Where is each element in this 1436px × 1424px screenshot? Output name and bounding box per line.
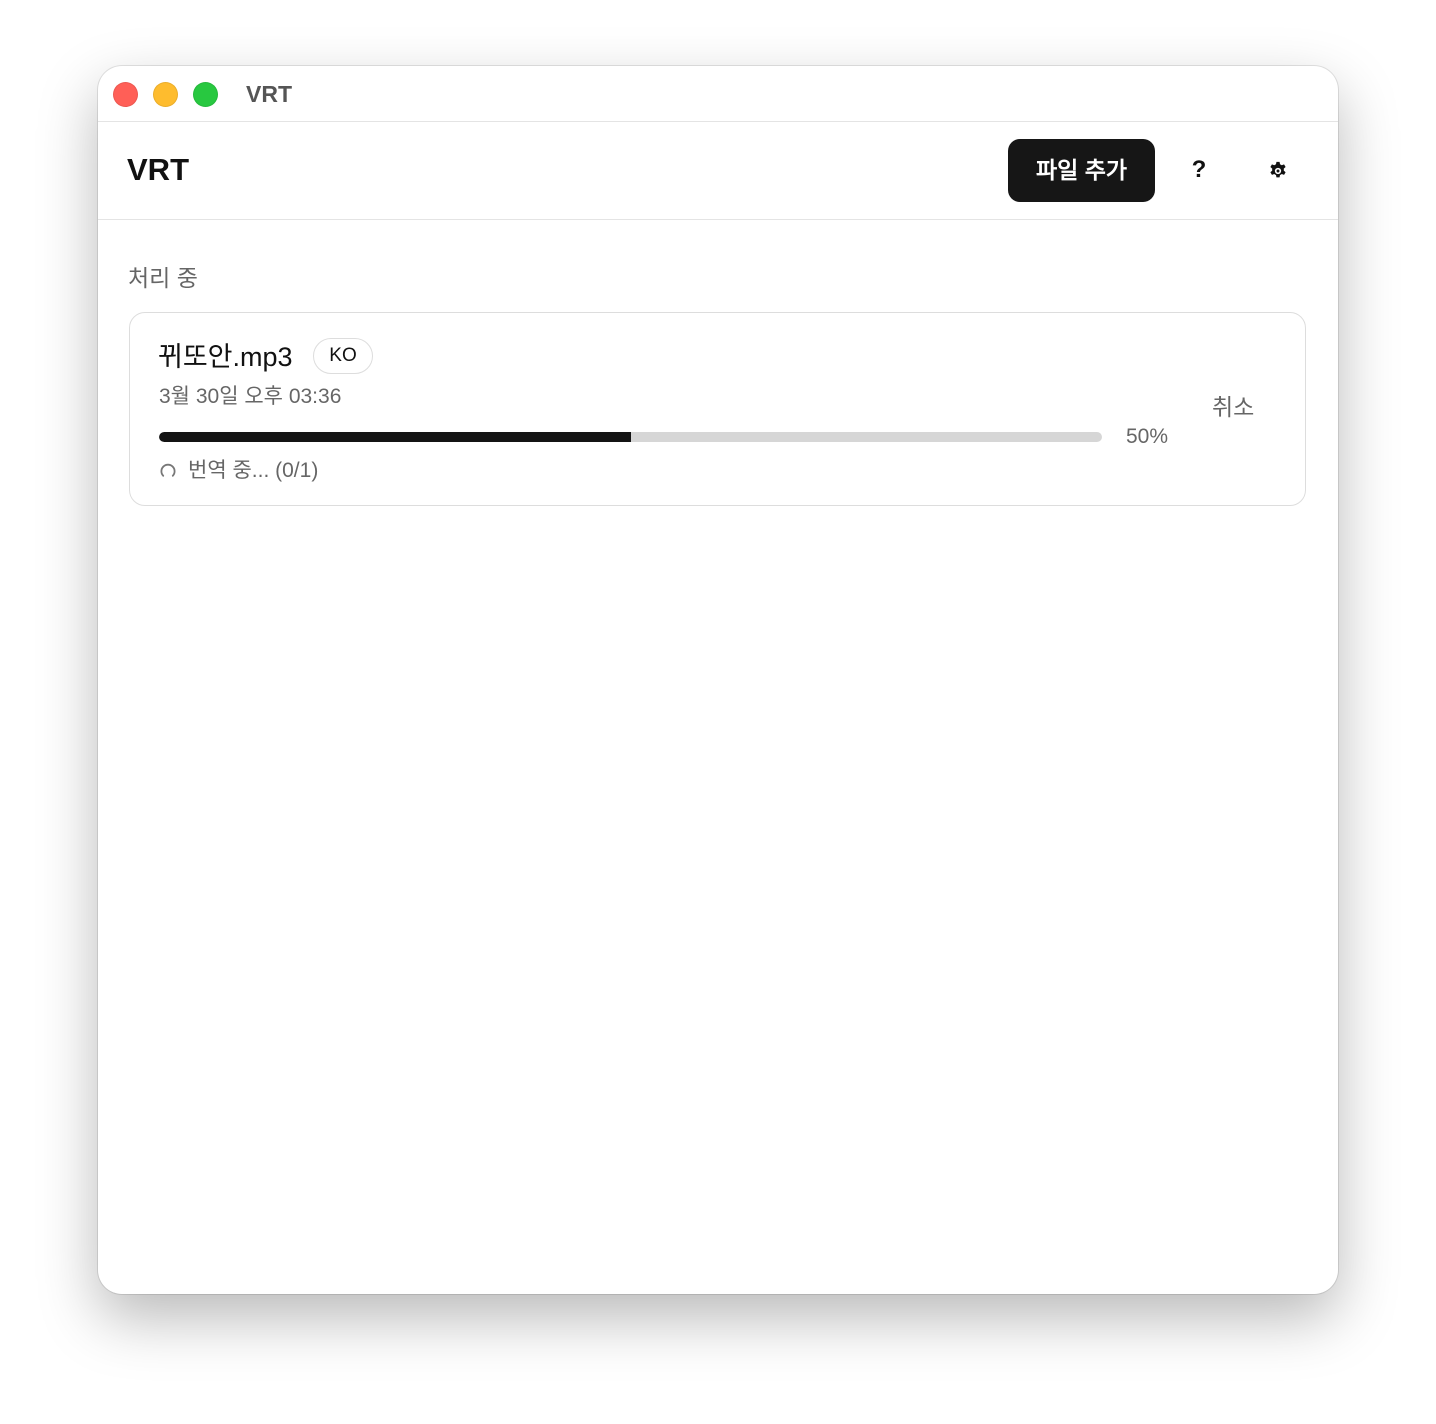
gear-icon xyxy=(1270,161,1286,178)
job-timestamp: 3월 30일 오후 03:36 xyxy=(159,385,342,408)
cancel-button[interactable]: 취소 xyxy=(1212,393,1254,421)
job-card: 뀌또안.mp3 KO 3월 30일 오후 03:36 50% 취소 번역 중..… xyxy=(129,312,1306,506)
settings-button[interactable] xyxy=(1260,153,1296,189)
title-bar[interactable]: VRT xyxy=(98,66,1338,122)
app-window: VRT VRT 파일 추가 ? 처리 중 뀌또안.mp3 KO 3월 30일 오… xyxy=(98,66,1338,1294)
progress-bar-fill xyxy=(159,432,631,442)
add-file-button[interactable]: 파일 추가 xyxy=(1008,139,1155,202)
help-button[interactable]: ? xyxy=(1181,152,1217,188)
maximize-window-button[interactable] xyxy=(193,82,218,107)
processing-section-label: 처리 중 xyxy=(128,265,198,291)
minimize-window-button[interactable] xyxy=(153,82,178,107)
job-status-text: 번역 중... (0/1) xyxy=(188,459,319,482)
progress-bar xyxy=(159,432,1102,442)
app-header: VRT 파일 추가 ? xyxy=(98,122,1338,220)
job-file-name: 뀌또안.mp3 xyxy=(158,342,293,372)
close-window-button[interactable] xyxy=(113,82,138,107)
progress-percent: 50% xyxy=(1126,425,1169,448)
language-badge: KO xyxy=(313,338,373,374)
window-title: VRT xyxy=(246,81,292,107)
spinner-icon xyxy=(160,463,176,477)
app-title: VRT xyxy=(127,152,189,187)
